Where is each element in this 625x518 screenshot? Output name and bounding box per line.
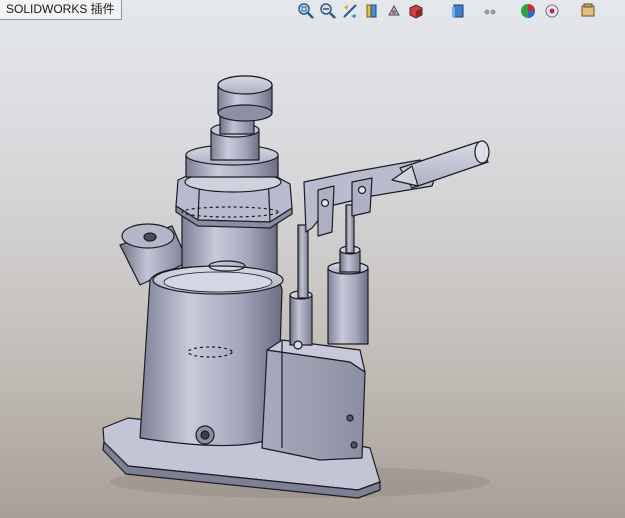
- jack-assembly-model[interactable]: [0, 0, 625, 518]
- zoom-to-fit-icon[interactable]: [296, 1, 316, 21]
- edit-appearance-icon[interactable]: [480, 1, 500, 21]
- view-settings-icon[interactable]: [578, 1, 598, 21]
- ram-cap: [217, 75, 273, 95]
- display-style-icon[interactable]: [406, 1, 426, 21]
- apply-scene-icon[interactable]: [518, 1, 538, 21]
- view-orientation-icon[interactable]: [384, 1, 404, 21]
- section-view-icon[interactable]: [362, 1, 382, 21]
- zoom-to-area-icon[interactable]: [318, 1, 338, 21]
- scene-options-icon[interactable]: [542, 1, 562, 21]
- hide-show-items-icon[interactable]: [448, 1, 468, 21]
- solidworks-addins-tab[interactable]: SOLIDWORKS 插件: [0, 0, 122, 20]
- heads-up-view-toolbar: [290, 0, 625, 22]
- graphics-area[interactable]: SOLIDWORKS 插件: [0, 0, 625, 518]
- previous-view-icon[interactable]: [340, 1, 360, 21]
- pump-block: [261, 349, 366, 461]
